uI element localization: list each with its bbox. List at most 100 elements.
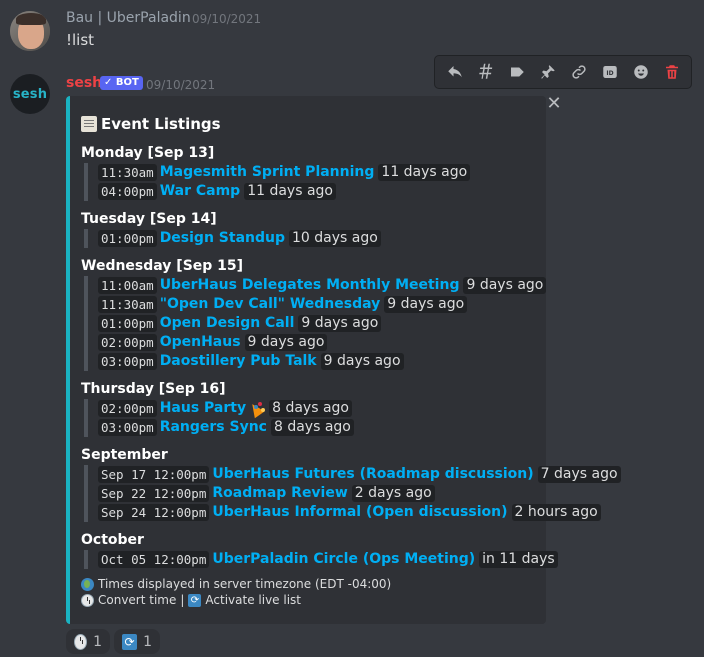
event-relative-time: 8 days ago <box>270 419 354 436</box>
reaction-count: 1 <box>93 633 102 650</box>
embed-footer-timezone: Times displayed in server timezone (EDT … <box>81 577 391 591</box>
delete-icon[interactable] <box>659 59 685 85</box>
activate-live-list-text: Activate live list <box>205 593 302 607</box>
event-relative-time: in 11 days <box>479 551 558 568</box>
event-relative-time: 9 days ago <box>463 277 547 294</box>
event-row: Oct 05 12:00pm UberPaladin Circle (Ops M… <box>98 550 558 569</box>
month-section: October Oct 05 12:00pm UberPaladin Circl… <box>81 531 558 569</box>
event-relative-time: 9 days ago <box>320 353 404 370</box>
bot-username[interactable]: sesh <box>66 75 102 91</box>
refresh-icon: ⟳ <box>188 593 202 607</box>
event-link[interactable]: Rangers Sync <box>160 418 267 437</box>
event-row: 11:30am "Open Dev Call" Wednesday 9 days… <box>98 295 546 314</box>
event-relative-time: 9 days ago <box>298 315 382 332</box>
event-link[interactable]: UberHaus Futures (Roadmap discussion) <box>212 465 533 484</box>
id-icon[interactable]: ID <box>597 59 623 85</box>
event-list: Oct 05 12:00pm UberPaladin Circle (Ops M… <box>84 550 558 569</box>
event-row: 01:00pm Design Standup 10 days ago <box>98 229 381 248</box>
event-time: 01:00pm <box>98 230 157 247</box>
event-relative-time: 9 days ago <box>384 296 468 313</box>
event-link[interactable]: "Open Dev Call" Wednesday <box>160 295 381 314</box>
close-icon[interactable]: ✕ <box>544 94 564 114</box>
event-link[interactable]: OpenHaus <box>160 333 241 352</box>
event-row: 03:00pm Daostillery Pub Talk 9 days ago <box>98 352 546 371</box>
event-row: 01:00pm Open Design Call 9 days ago <box>98 314 546 333</box>
timezone-text: Times displayed in server timezone (EDT … <box>98 577 392 591</box>
event-link[interactable]: Roadmap Review <box>212 484 347 503</box>
event-time: Sep 24 12:00pm <box>98 504 210 521</box>
event-relative-time: 10 days ago <box>289 230 381 247</box>
clock-icon <box>74 633 88 650</box>
event-time: 04:00pm <box>98 183 157 200</box>
event-list: Sep 17 12:00pm UberHaus Futures (Roadmap… <box>84 465 621 522</box>
event-relative-time: 11 days ago <box>244 183 336 200</box>
event-relative-time: 8 days ago <box>269 400 352 417</box>
day-section: Tuesday [Sep 14] 01:00pm Design Standup … <box>81 210 381 248</box>
event-time: 02:00pm <box>98 334 157 351</box>
message-timestamp: 09/10/2021 <box>192 12 262 26</box>
reaction-count: 1 <box>143 633 152 650</box>
event-relative-time: 2 hours ago <box>511 504 601 521</box>
section-title: Wednesday [Sep 15] <box>81 258 244 274</box>
emoji-icon[interactable] <box>628 59 654 85</box>
avatar-hair <box>16 13 46 25</box>
embed-title: Event Listings <box>81 115 221 133</box>
section-title: Monday [Sep 13] <box>81 145 215 161</box>
section-title: September <box>81 447 168 463</box>
tag-icon[interactable] <box>504 59 530 85</box>
event-time: 03:00pm <box>98 353 157 370</box>
reply-icon[interactable] <box>442 59 468 85</box>
reaction-refresh[interactable]: ⟳ 1 <box>114 629 160 654</box>
event-row: 03:00pm Rangers Sync 8 days ago <box>98 418 354 437</box>
embed-footer-actions: Convert time | ⟳ Activate live list <box>81 593 301 607</box>
section-title: Thursday [Sep 16] <box>81 381 226 397</box>
event-link[interactable]: UberHaus Informal (Open discussion) <box>212 503 507 522</box>
event-link[interactable]: UberPaladin Circle (Ops Meeting) <box>212 550 475 569</box>
event-relative-time: 2 days ago <box>351 485 435 502</box>
link-icon[interactable] <box>566 59 592 85</box>
svg-text:ID: ID <box>606 70 613 77</box>
event-list: 02:00pm Haus Party 8 days ago 03:00pm Ra… <box>84 399 354 437</box>
embed-title-text: Event Listings <box>101 115 221 133</box>
section-title: Tuesday [Sep 14] <box>81 211 217 227</box>
event-time: 02:00pm <box>98 400 157 417</box>
event-time: 03:00pm <box>98 419 157 436</box>
party-popper-icon <box>249 401 265 417</box>
event-link[interactable]: UberHaus Delegates Monthly Meeting <box>160 276 460 295</box>
bot-badge: ✓ BOT <box>100 76 143 90</box>
event-time: Sep 17 12:00pm <box>98 466 210 483</box>
event-list: 11:00am UberHaus Delegates Monthly Meeti… <box>84 276 547 371</box>
event-row: Sep 17 12:00pm UberHaus Futures (Roadmap… <box>98 465 621 484</box>
event-link[interactable]: Open Design Call <box>160 314 295 333</box>
event-link[interactable]: Magesmith Sprint Planning <box>160 163 375 182</box>
section-title: October <box>81 532 144 548</box>
event-link[interactable]: Haus Party <box>160 399 246 418</box>
day-section: Wednesday [Sep 15] 11:00am UberHaus Dele… <box>81 257 547 371</box>
event-link[interactable]: Design Standup <box>160 229 285 248</box>
event-row: Sep 24 12:00pm UberHaus Informal (Open d… <box>98 503 621 522</box>
user-avatar[interactable] <box>10 11 50 51</box>
refresh-icon: ⟳ <box>122 633 138 650</box>
globe-icon <box>81 577 94 591</box>
convert-time-text: Convert time <box>98 593 177 607</box>
thread-icon[interactable] <box>473 59 499 85</box>
month-section: September Sep 17 12:00pm UberHaus Future… <box>81 446 621 522</box>
separator: | <box>180 593 185 607</box>
bot-avatar[interactable]: sesh <box>10 74 50 114</box>
event-list: 11:30am Magesmith Sprint Planning 11 day… <box>84 163 471 201</box>
event-relative-time: 11 days ago <box>378 164 471 181</box>
event-list: 01:00pm Design Standup 10 days ago <box>84 229 381 248</box>
username[interactable]: Bau | UberPaladin <box>66 10 191 26</box>
scroll-icon <box>81 116 97 132</box>
pin-icon[interactable] <box>535 59 561 85</box>
event-row: 02:00pm OpenHaus 9 days ago <box>98 333 546 352</box>
event-row: 04:00pm War Camp 11 days ago <box>98 182 470 201</box>
reaction-clock[interactable]: 1 <box>66 629 110 654</box>
day-section: Thursday [Sep 16] 02:00pm Haus Party 8 d… <box>81 380 354 437</box>
event-link[interactable]: Daostillery Pub Talk <box>160 352 317 371</box>
event-relative-time: 7 days ago <box>537 466 621 483</box>
avatar-logo-text: sesh <box>12 86 48 102</box>
event-time: 11:30am <box>98 296 157 313</box>
event-time: 11:00am <box>98 277 157 294</box>
event-link[interactable]: War Camp <box>160 182 241 201</box>
